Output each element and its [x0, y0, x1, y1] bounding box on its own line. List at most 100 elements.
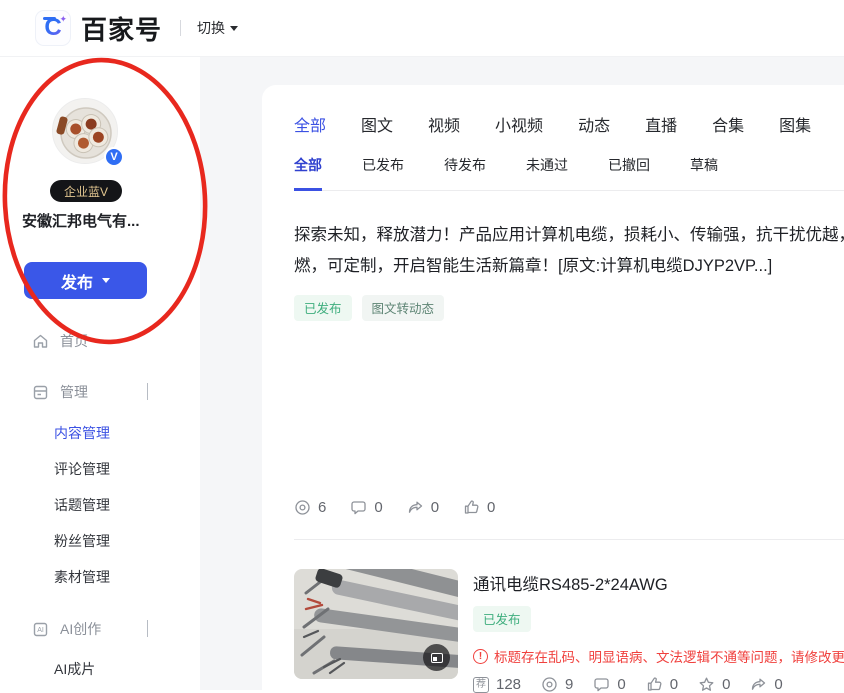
tab-dynamic[interactable]: 动态 — [578, 112, 610, 136]
sidebar-item-label: 首页 — [60, 331, 88, 351]
account-switch-button[interactable]: 切换 — [197, 18, 238, 38]
share-icon — [750, 676, 767, 693]
publish-label: 发布 — [61, 269, 93, 293]
account-name[interactable]: 安徽汇邦电气有... — [22, 210, 182, 231]
stat-value: 0 — [722, 676, 730, 693]
verified-v-icon: V — [104, 147, 124, 167]
content-type-tabs: 全部 图文 视频 小视频 动态 直播 合集 图集 — [294, 112, 844, 136]
item-stats: 荐 128 9 0 — [473, 676, 844, 693]
sidebar: V 企业蓝V 安徽汇邦电气有... 发布 首页 管理 — [0, 57, 200, 690]
tab-live[interactable]: 直播 — [645, 112, 677, 136]
stat-value: 128 — [496, 676, 521, 693]
warning-text: 标题存在乱码、明显语病、文法逻辑不通等问题，请修改更 — [494, 646, 844, 666]
sidebar-menu: 首页 管理 内容管理 评论管理 话题管理 粉丝管理 — [0, 323, 200, 687]
sidebar-item-topic-manage[interactable]: 话题管理 — [0, 487, 200, 523]
stat-views: 9 — [541, 676, 573, 693]
image-count-badge — [423, 644, 450, 671]
subtab-withdrawn[interactable]: 已撤回 — [608, 155, 650, 190]
stat-likes: 0 — [463, 499, 495, 516]
subtab-rejected[interactable]: 未通过 — [526, 155, 568, 190]
subtab-pending[interactable]: 待发布 — [444, 155, 486, 190]
sidebar-item-home[interactable]: 首页 — [0, 323, 200, 359]
sidebar-item-ai-create[interactable]: AI AI创作 — [0, 611, 200, 647]
stat-value: 0 — [487, 499, 495, 516]
status-filter-tabs: 全部 已发布 待发布 未通过 已撤回 草稿 — [294, 155, 844, 191]
stat-shares: 0 — [407, 499, 439, 516]
submenu-label: AI成片 — [54, 659, 95, 679]
sidebar-item-ai-film[interactable]: AI成片 — [0, 651, 200, 687]
stat-value: 0 — [774, 676, 782, 693]
account-avatar[interactable]: V — [52, 98, 118, 164]
views-icon — [294, 499, 311, 516]
item-thumbnail[interactable] — [294, 569, 458, 679]
sidebar-item-comment-manage[interactable]: 评论管理 — [0, 451, 200, 487]
stat-views: 6 — [294, 499, 326, 516]
stat-recommends: 荐 128 — [473, 676, 521, 693]
svg-text:AI: AI — [37, 627, 44, 634]
warning-icon: ! — [473, 649, 488, 664]
submenu-label: 内容管理 — [54, 423, 110, 443]
tab-article[interactable]: 图文 — [361, 112, 393, 136]
ai-icon: AI — [32, 621, 49, 638]
enterprise-badge: 企业蓝V — [50, 180, 122, 202]
chevron-up-icon — [147, 383, 148, 400]
views-icon — [541, 676, 558, 693]
stat-value: 0 — [617, 676, 625, 693]
subtab-published[interactable]: 已发布 — [362, 155, 404, 190]
stat-comments: 0 — [593, 676, 625, 693]
logo-sparkle-icon: ✦ — [59, 14, 67, 25]
subtab-all[interactable]: 全部 — [294, 155, 322, 191]
logo-bar — [43, 17, 56, 20]
tab-video[interactable]: 视频 — [428, 112, 460, 136]
stat-likes: 0 — [646, 676, 678, 693]
tab-gallery[interactable]: 图集 — [779, 112, 811, 136]
comment-icon — [593, 676, 610, 693]
submenu-label: 话题管理 — [54, 495, 110, 515]
sidebar-item-material-manage[interactable]: 素材管理 — [0, 559, 200, 595]
content-list-item: 通讯电缆RS485-2*24AWG 已发布 ! 标题存在乱码、明显语病、文法逻辑… — [294, 569, 844, 693]
item-title[interactable]: 通讯电缆RS485-2*24AWG — [473, 571, 844, 595]
stat-value: 6 — [318, 499, 326, 516]
like-icon — [646, 676, 663, 693]
stat-value: 0 — [670, 676, 678, 693]
item-text-line2: 燃，可定制，开启智能生活新篇章！[原文:计算机电缆DJYP2VP...] — [294, 251, 844, 282]
tab-mini-video[interactable]: 小视频 — [495, 112, 543, 136]
submenu-label: 粉丝管理 — [54, 531, 110, 551]
baijiahao-logo-icon[interactable]: C ✦ — [35, 10, 71, 46]
item-text-line1: 探索未知，释放潜力！产品应用计算机电缆，损耗小、传输强，抗干扰优越，适 — [294, 220, 844, 251]
manage-icon — [32, 384, 49, 401]
share-icon — [407, 499, 424, 516]
sidebar-item-manage[interactable]: 管理 — [0, 374, 200, 410]
header-divider — [180, 20, 181, 36]
content-list-item: 探索未知，释放潜力！产品应用计算机电缆，损耗小、传输强，抗干扰优越，适 燃，可定… — [294, 220, 844, 516]
publish-caret-icon — [102, 278, 110, 283]
sidebar-item-content-manage[interactable]: 内容管理 — [0, 415, 200, 451]
gallery-icon — [431, 653, 443, 663]
sidebar-item-label: 管理 — [60, 382, 88, 402]
publish-button[interactable]: 发布 — [24, 262, 147, 299]
sidebar-item-fans-manage[interactable]: 粉丝管理 — [0, 523, 200, 559]
status-badge-published: 已发布 — [473, 606, 531, 632]
star-icon — [698, 676, 715, 693]
chevron-down-icon — [230, 26, 238, 31]
stat-shares: 0 — [750, 676, 782, 693]
quality-warning: ! 标题存在乱码、明显语病、文法逻辑不通等问题，请修改更 — [473, 646, 844, 666]
home-icon — [32, 333, 49, 350]
top-header: C ✦ 百家号 切换 — [0, 0, 844, 57]
tab-all[interactable]: 全部 — [294, 112, 326, 136]
recommend-icon: 荐 — [473, 677, 489, 693]
content-panel: 全部 图文 视频 小视频 动态 直播 合集 图集 全部 已发布 待发布 未通过 … — [262, 85, 844, 690]
stat-favorites: 0 — [698, 676, 730, 693]
comment-icon — [350, 499, 367, 516]
stat-value: 0 — [431, 499, 439, 516]
submenu-label: 素材管理 — [54, 567, 110, 587]
stat-value: 0 — [374, 499, 382, 516]
item-text[interactable]: 探索未知，释放潜力！产品应用计算机电缆，损耗小、传输强，抗干扰优越，适 燃，可定… — [294, 220, 844, 282]
like-icon — [463, 499, 480, 516]
stat-value: 9 — [565, 676, 573, 693]
chevron-up-icon — [147, 620, 148, 637]
tab-collection[interactable]: 合集 — [712, 112, 744, 136]
subtab-draft[interactable]: 草稿 — [690, 155, 718, 190]
submenu-label: 评论管理 — [54, 459, 110, 479]
stat-comments: 0 — [350, 499, 382, 516]
